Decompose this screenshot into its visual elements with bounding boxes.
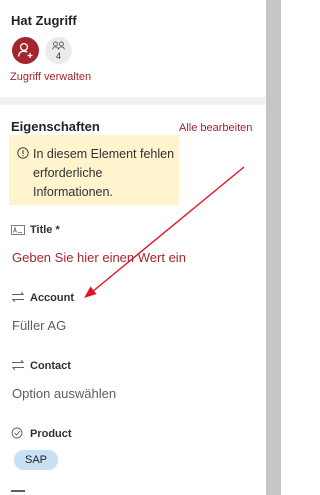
next-field-icon bbox=[11, 490, 25, 492]
section-divider bbox=[0, 97, 266, 105]
lookup-arrows-icon bbox=[12, 291, 24, 303]
user-add-icon bbox=[17, 42, 33, 58]
field-value-account[interactable]: Füller AG bbox=[12, 318, 66, 333]
field-label-title: Title * bbox=[30, 224, 60, 236]
manage-access-link[interactable]: Zugriff verwalten bbox=[10, 71, 91, 83]
notice-text: In diesem Element fehlen erforderliche I… bbox=[33, 147, 175, 199]
access-heading: Hat Zugriff bbox=[11, 13, 77, 28]
member-count: 4 bbox=[55, 51, 61, 61]
info-icon bbox=[17, 147, 29, 159]
missing-info-notice: In diesem Element fehlen erforderliche I… bbox=[9, 135, 179, 205]
field-label-account: Account bbox=[30, 292, 74, 304]
owner-avatar[interactable] bbox=[12, 37, 39, 64]
properties-heading: Eigenschaften bbox=[11, 119, 100, 134]
details-pane: Hat Zugriff 4 Zugriff verwalten bbox=[0, 0, 266, 495]
field-value-title[interactable]: Geben Sie hier einen Wert ein bbox=[12, 250, 186, 265]
field-label-product: Product bbox=[30, 428, 72, 440]
lookup-arrows-icon bbox=[12, 359, 24, 371]
scrollbar[interactable] bbox=[266, 0, 281, 495]
field-value-contact[interactable]: Option auswählen bbox=[12, 386, 116, 401]
members-avatar[interactable]: 4 bbox=[45, 37, 72, 64]
choice-check-icon bbox=[11, 427, 23, 439]
product-tag[interactable]: SAP bbox=[14, 450, 58, 470]
field-label-contact: Contact bbox=[30, 360, 71, 372]
edit-all-link[interactable]: Alle bearbeiten bbox=[179, 122, 252, 134]
text-field-icon bbox=[11, 225, 25, 235]
